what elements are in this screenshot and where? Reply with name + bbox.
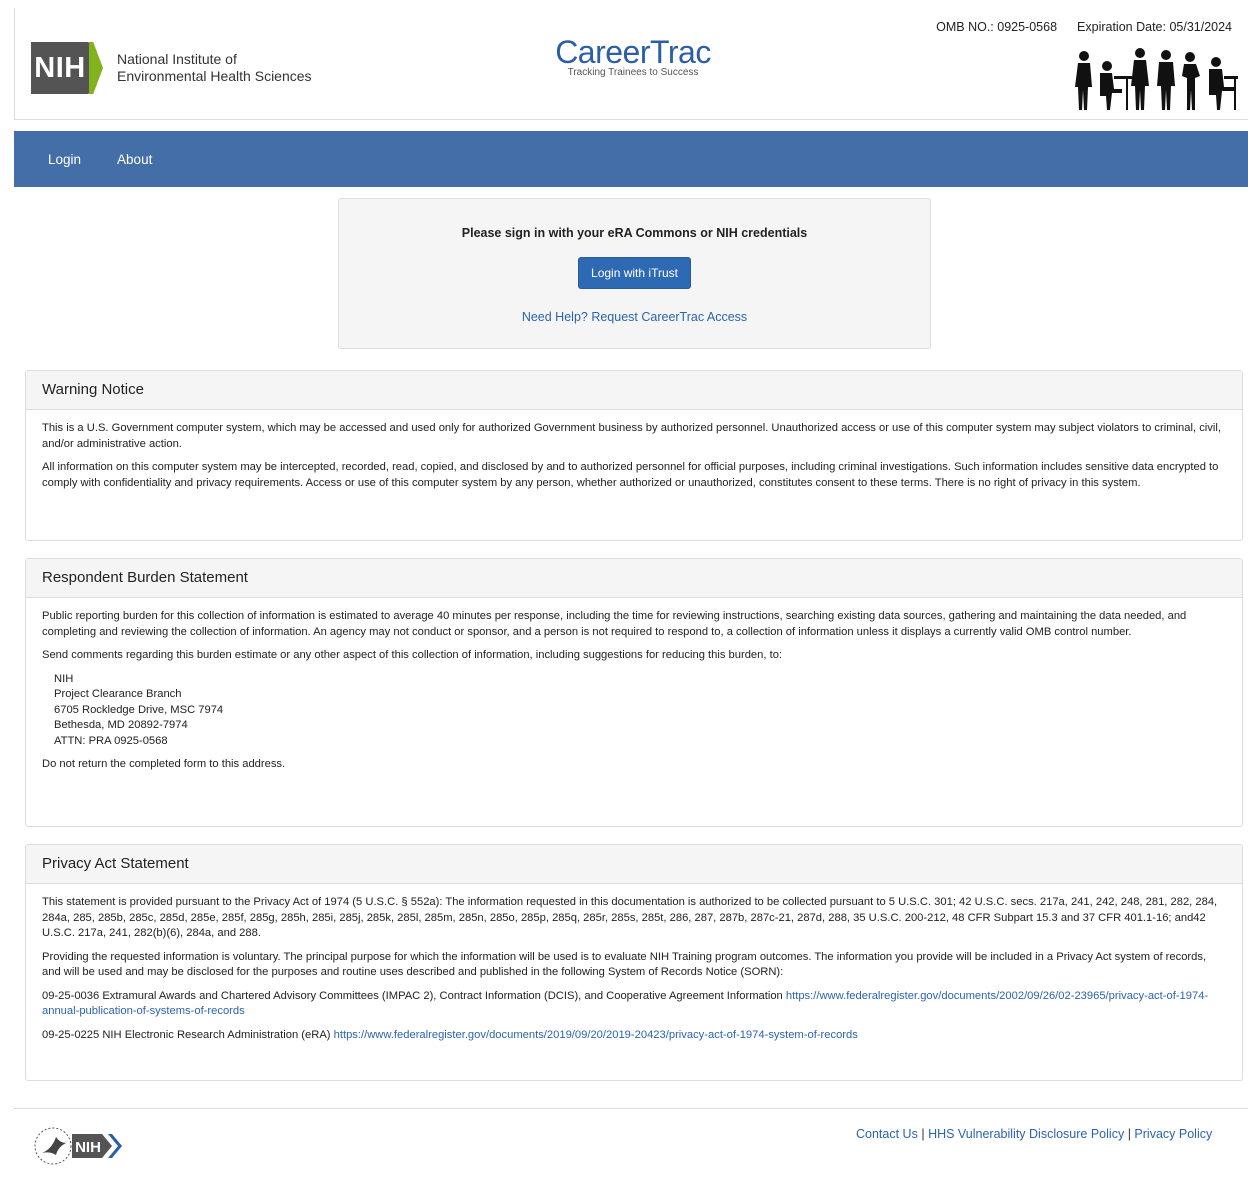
privacy-paragraph-1: This statement is provided pursuant to t… [42,896,1218,939]
privacy-act-panel: Privacy Act Statement This statement is … [25,844,1243,1081]
footer-separator: | [921,1127,925,1141]
sorn-2-text: 09-25-0225 NIH Electronic Research Admin… [42,1028,331,1041]
contact-us-link[interactable]: Contact Us [856,1127,918,1141]
sorn-1-text: 09-25-0036 Extramural Awards and Charter… [42,989,783,1002]
footer-separator: | [1127,1127,1131,1141]
warning-paragraph-2: All information on this computer system … [42,461,1219,489]
request-access-link[interactable]: Need Help? Request CareerTrac Access [339,310,930,324]
careertrac-logo[interactable]: CareerTrac Tracking Trainees to Success [547,36,719,78]
sorn-entry-1: 09-25-0036 Extramural Awards and Charter… [42,989,1226,1020]
burden-paragraph-2: Send comments regarding this burden esti… [42,649,783,661]
privacy-act-title: Privacy Act Statement [26,845,1242,884]
nih-org-line1: National Institute of [117,51,237,67]
nih-org-name: National Institute of Environmental Heal… [117,51,312,85]
sorn-2-link[interactable]: https://www.federalregister.gov/document… [334,1029,858,1041]
nih-org-line2: Environmental Health Sciences [117,68,312,84]
omb-info: OMB NO.: 0925-0568 Expiration Date: 05/31… [936,20,1232,34]
burden-statement-title: Respondent Burden Statement [26,559,1242,598]
burden-paragraph-1: Public reporting burden for this collect… [42,610,1187,638]
login-prompt: Please sign in with your eRA Commons or … [461,226,808,240]
hhs-nih-logo[interactable]: NIH [32,1125,142,1167]
address-line: ATTN: PRA 0925-0568 [54,734,168,747]
vulnerability-policy-link[interactable]: HHS Vulnerability Disclosure Policy [928,1127,1124,1141]
sorn-entry-2: 09-25-0225 NIH Electronic Research Admin… [42,1028,1226,1044]
login-itrust-button[interactable]: Login with iTrust [578,257,691,289]
privacy-policy-link[interactable]: Privacy Policy [1134,1127,1212,1141]
address-line: 6705 Rockledge Drive, MSC 7974 [54,703,224,716]
burden-statement-body: Public reporting burden for this collect… [26,598,1242,792]
login-card: Please sign in with your eRA Commons or … [338,198,931,349]
nih-chevron-icon [89,42,103,94]
burden-statement-panel: Respondent Burden Statement Public repor… [25,558,1243,827]
address-line: NIH [54,672,74,685]
app-title: CareerTrac [555,34,711,70]
clearance-address: NIH Project Clearance Branch 6705 Rockle… [54,672,1226,750]
footer-logo-text: NIH [75,1139,101,1156]
site-header: NIH National Institute of Environmental … [14,8,1248,120]
footer-links: Contact Us | HHS Vulnerability Disclosur… [856,1125,1226,1143]
app-tagline: Tracking Trainees to Success [567,67,699,78]
omb-number: OMB NO.: 0925-0568 [936,20,1058,34]
warning-notice-body: This is a U.S. Government computer syste… [26,410,1242,510]
address-line: Bethesda, MD 20892-7974 [54,719,188,731]
privacy-act-body: This statement is provided pursuant to t… [26,884,1242,1062]
warning-paragraph-1: This is a U.S. Government computer syste… [42,422,1221,450]
address-line: Project Clearance Branch [54,688,182,700]
privacy-paragraph-2: Providing the requested information is v… [42,950,1207,979]
warning-notice-title: Warning Notice [26,371,1242,410]
top-cutoff-strip [0,0,1248,6]
trainee-silhouettes-image [1075,48,1238,110]
site-footer: NIH Contact Us | HHS Vulnerability Discl… [14,1108,1248,1177]
main-nav: Login About [14,131,1248,187]
expiration-date: Expiration Date: 05/31/2024 [1077,20,1232,34]
nav-login[interactable]: Login [48,152,81,167]
burden-paragraph-3: Do not return the completed form to this… [42,758,286,770]
warning-notice-panel: Warning Notice This is a U.S. Government… [25,370,1243,541]
nih-niehs-logo[interactable]: NIH National Institute of Environmental … [31,42,312,94]
nav-about[interactable]: About [117,152,152,167]
